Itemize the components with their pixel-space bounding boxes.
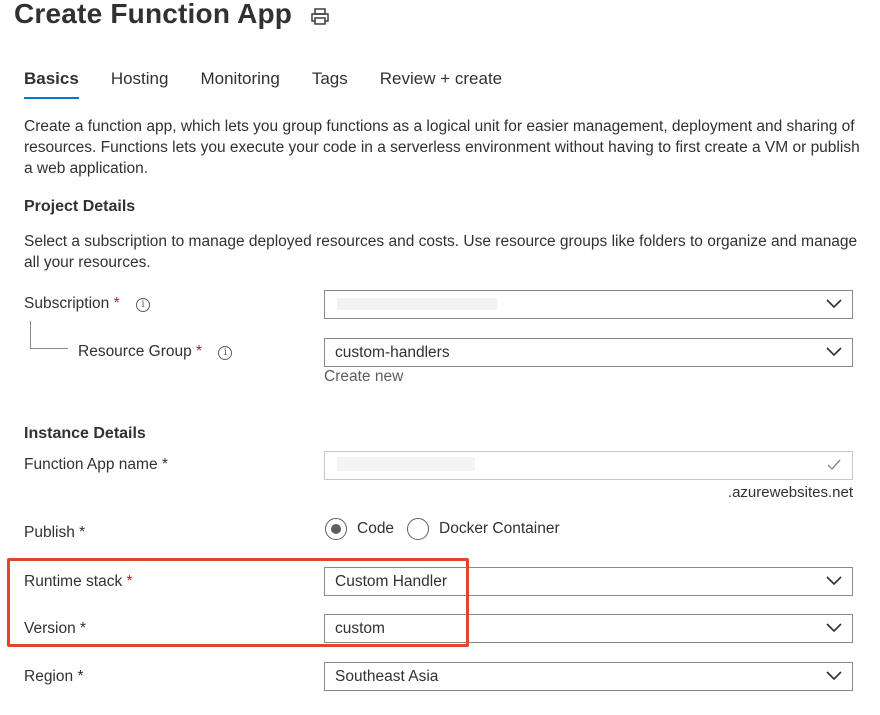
region-label: Region * — [24, 668, 84, 685]
required-marker: * — [79, 524, 86, 541]
tree-connector — [30, 321, 68, 349]
chevron-down-icon — [826, 671, 842, 681]
info-icon[interactable]: i — [218, 346, 233, 360]
publish-label: Publish * — [24, 524, 86, 541]
version-label: Version * — [24, 620, 87, 637]
function-app-name-label: Function App name * — [24, 456, 168, 473]
intro-description: Create a function app, which lets you gr… — [24, 118, 860, 177]
required-marker: * — [161, 456, 168, 473]
version-dropdown[interactable]: custom — [324, 614, 853, 643]
publish-docker-radio[interactable]: Docker Container — [407, 518, 560, 540]
tab-tags[interactable]: Tags — [312, 68, 348, 100]
chevron-down-icon — [826, 347, 842, 357]
required-marker: * — [196, 343, 203, 360]
radio-label: Docker Container — [439, 520, 560, 537]
radio-label: Code — [357, 520, 395, 537]
region-dropdown[interactable]: Southeast Asia — [324, 662, 853, 691]
subscription-label: Subscription * i — [24, 295, 150, 313]
tab-review-create[interactable]: Review + create — [380, 68, 502, 100]
subscription-dropdown[interactable] — [324, 290, 853, 319]
chevron-down-icon — [826, 623, 842, 633]
required-marker: * — [80, 620, 87, 637]
redacted-value — [337, 298, 497, 310]
radio-unchecked-icon[interactable] — [407, 518, 429, 540]
print-icon[interactable] — [310, 8, 330, 26]
instance-details-heading: Instance Details — [24, 425, 146, 442]
required-marker: * — [126, 573, 133, 590]
resource-group-dropdown[interactable]: custom-handlers — [324, 338, 853, 367]
resource-group-value: custom-handlers — [335, 344, 450, 361]
info-icon[interactable]: i — [135, 298, 150, 312]
check-icon — [826, 458, 842, 471]
publish-code-radio[interactable]: Code — [325, 518, 394, 540]
create-new-link[interactable]: Create new — [324, 368, 403, 386]
project-details-heading: Project Details — [24, 198, 136, 215]
tab-monitoring[interactable]: Monitoring — [200, 68, 279, 100]
runtime-stack-value: Custom Handler — [335, 573, 447, 590]
chevron-down-icon — [826, 576, 842, 586]
region-value: Southeast Asia — [335, 668, 439, 685]
radio-checked-icon[interactable] — [325, 518, 347, 540]
required-marker: * — [77, 668, 84, 685]
function-app-name-input[interactable] — [324, 451, 853, 480]
redacted-value — [337, 457, 475, 471]
page-title: Create Function App — [14, 0, 293, 29]
tab-basics[interactable]: Basics — [24, 68, 79, 100]
tab-bar: Basics Hosting Monitoring Tags Review + … — [24, 68, 534, 100]
required-marker: * — [113, 295, 120, 312]
version-value: custom — [335, 620, 385, 637]
project-details-description: Select a subscription to manage deployed… — [24, 233, 858, 271]
tab-hosting[interactable]: Hosting — [111, 68, 169, 100]
runtime-stack-label: Runtime stack * — [24, 573, 133, 590]
runtime-stack-dropdown[interactable]: Custom Handler — [324, 567, 853, 596]
chevron-down-icon — [826, 299, 842, 309]
domain-suffix: .azurewebsites.net — [727, 484, 853, 501]
resource-group-label: Resource Group * i — [78, 343, 233, 361]
